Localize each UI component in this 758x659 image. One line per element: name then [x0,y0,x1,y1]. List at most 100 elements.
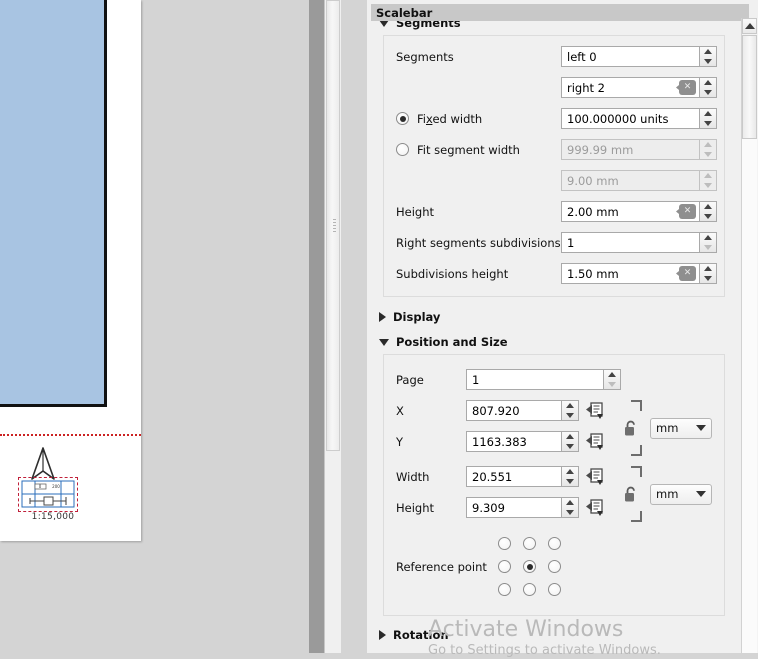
group-header-rotation[interactable]: Rotation [371,625,733,645]
fixed-width-stepper[interactable] [699,108,717,129]
subdivisions-height-spinbox[interactable]: 1.50 mm ✕ [561,263,717,284]
reference-point-5[interactable] [542,555,567,578]
height-data-defined-override-button[interactable] [585,498,604,517]
stepper-down-icon [608,381,616,387]
subdivisions-height-value: 1.50 mm [567,266,619,281]
properties-vertical-scrollbar[interactable] [741,18,758,653]
reference-point-1[interactable] [517,532,542,555]
page-spinbox[interactable]: 1 [466,369,621,390]
height-value: 2.00 mm [567,204,619,219]
fixed-width-spinbox[interactable]: 100.000000 units [561,108,717,129]
fit-segment-max-stepper [699,170,717,191]
size-height-stepper[interactable] [561,497,579,518]
radio-fit-segment-width[interactable]: Fit segment width [396,143,561,157]
y-data-defined-override-button[interactable] [585,432,604,451]
row-segments-right: right 2 ✕ [396,77,717,98]
reference-point-3[interactable] [492,555,517,578]
segments-left-value: left 0 [567,49,597,64]
subdivisions-height-stepper[interactable] [699,263,717,284]
height-stepper[interactable] [699,201,717,222]
properties-scroll-area[interactable]: Segments Segments left 0 right 2 ✕ Fixed… [371,21,733,653]
canvas-scrollbar-thumb[interactable] [326,0,340,451]
row-size-height: Height 9.309 [396,497,616,518]
clear-icon[interactable]: ✕ [679,204,696,219]
fixed-width-value: 100.000000 units [567,111,669,126]
stepper-down-icon [704,244,712,250]
north-arrow-icon[interactable] [28,446,58,482]
y-spinbox[interactable]: 1163.383 [466,431,579,452]
stepper-up-icon [704,49,712,55]
chevron-down-icon [379,21,389,27]
radio-fit-segment-indicator [396,143,409,156]
segments-right-value: right 2 [567,80,605,95]
position-units-combo[interactable]: mm [650,417,712,439]
scalebar-item[interactable]: 0 200 [20,479,76,510]
group-title-segments: Segments [396,21,461,30]
position-lock-button[interactable] [620,400,642,456]
bracket-top-icon [631,466,642,477]
reference-point-8[interactable] [542,578,567,601]
row-reference-point: Reference point [396,532,712,601]
group-header-position-and-size[interactable]: Position and Size [371,332,733,352]
width-spinbox[interactable]: 20.551 [466,466,579,487]
layout-canvas[interactable]: 0 200 1:15,000 [0,0,341,653]
reference-point-7[interactable] [517,578,542,601]
subdivisions-stepper[interactable] [699,232,717,253]
stepper-up-icon [704,142,712,148]
row-width: Width 20.551 [396,466,616,487]
stepper-up-icon [566,469,574,475]
stepper-up-icon [704,111,712,117]
canvas-vertical-scrollbar[interactable] [324,0,341,653]
label-segments: Segments [396,49,454,64]
size-units-combo[interactable]: mm [650,483,712,505]
clear-icon[interactable]: ✕ [679,80,696,95]
x-stepper[interactable] [561,400,579,421]
map-item[interactable] [0,0,107,407]
stepper-down-icon [566,509,574,515]
reference-point-6[interactable] [492,578,517,601]
subdivisions-spinbox[interactable]: 1 [561,232,717,253]
y-stepper[interactable] [561,431,579,452]
properties-scrollbar-thumb[interactable] [742,35,757,139]
segments-left-stepper[interactable] [699,46,717,67]
row-right-segments-subdivisions: Right segments subdivisions 1 [396,232,717,253]
width-stepper[interactable] [561,466,579,487]
group-header-display[interactable]: Display [371,307,733,327]
row-fixed-width: Fixed width 100.000000 units [396,108,717,129]
group-header-segments[interactable]: Segments [371,21,733,33]
x-spinbox[interactable]: 807.920 [466,400,579,421]
size-height-spinbox[interactable]: 9.309 [466,497,579,518]
height-spinbox[interactable]: 2.00 mm ✕ [561,201,717,222]
radio-fixed-width[interactable]: Fixed width [396,112,561,126]
segments-left-spinbox[interactable]: left 0 [561,46,717,67]
segments-right-spinbox[interactable]: right 2 ✕ [561,77,717,98]
layout-page[interactable]: 0 200 1:15,000 [0,0,141,541]
scrollbar-grip-icon [333,219,336,234]
fit-segment-max-value: 9.00 mm [567,173,619,188]
chevron-right-icon [379,312,386,322]
scroll-up-button[interactable] [742,18,757,34]
clear-icon[interactable]: ✕ [679,266,696,281]
segments-right-stepper[interactable] [699,77,717,98]
label-fit-segment-width: Fit segment width [417,142,520,157]
page-stepper[interactable] [603,369,621,390]
reference-point-4[interactable] [517,555,542,578]
row-y: Y 1163.383 [396,431,616,452]
reference-point-grid[interactable] [492,532,567,601]
size-units-value: mm [656,487,679,501]
label-y: Y [396,434,404,449]
canvas-gutter [309,0,325,653]
chevron-up-icon [744,23,755,29]
reference-point-0[interactable] [492,532,517,555]
width-data-defined-override-button[interactable] [585,467,604,486]
stepper-up-icon [608,372,616,378]
x-data-defined-override-button[interactable] [585,401,604,420]
label-subdivisions-height: Subdivisions height [396,266,509,281]
size-lock-button[interactable] [620,466,642,522]
reference-point-2[interactable] [542,532,567,555]
stepper-up-icon [704,266,712,272]
lock-open-icon [623,420,639,437]
qgis-print-layout-window: 0 200 1:15,000 Item Propert [0,0,758,658]
properties-scrollbar-track[interactable] [742,139,757,653]
fit-segment-max-spinbox: 9.00 mm [561,170,717,191]
